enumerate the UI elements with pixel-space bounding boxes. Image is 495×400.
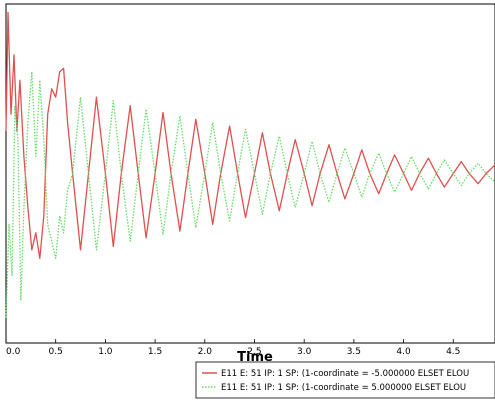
legend-label-series-1: E11 E: 51 IP: 1 SP: (1-coordinate = -5.0… — [221, 369, 469, 379]
legend-label-series-2: E11 E: 51 IP: 1 SP: (1-coordinate = 5.00… — [221, 383, 466, 393]
x-tick-label: 1.5 — [148, 347, 162, 357]
legend: E11 E: 51 IP: 1 SP: (1-coordinate = -5.0… — [195, 361, 495, 399]
x-tick-label: 3.5 — [347, 347, 361, 357]
x-tick-label: 4.5 — [446, 347, 460, 357]
x-tick-label: 3.0 — [297, 347, 312, 357]
x-tick-label: 0.0 — [6, 347, 21, 357]
line-chart: 0.0 0.5 1.0 1.5 2.0 2.5 3.0 3.5 4.0 4.5 Time E11 … — [0, 0, 495, 400]
x-tick-label: 1.0 — [98, 347, 113, 357]
chart-background — [0, 0, 495, 400]
x-tick-label: 2.0 — [198, 347, 213, 357]
x-tick-label: 0.5 — [49, 347, 63, 357]
x-tick-label: 4.0 — [396, 347, 411, 357]
